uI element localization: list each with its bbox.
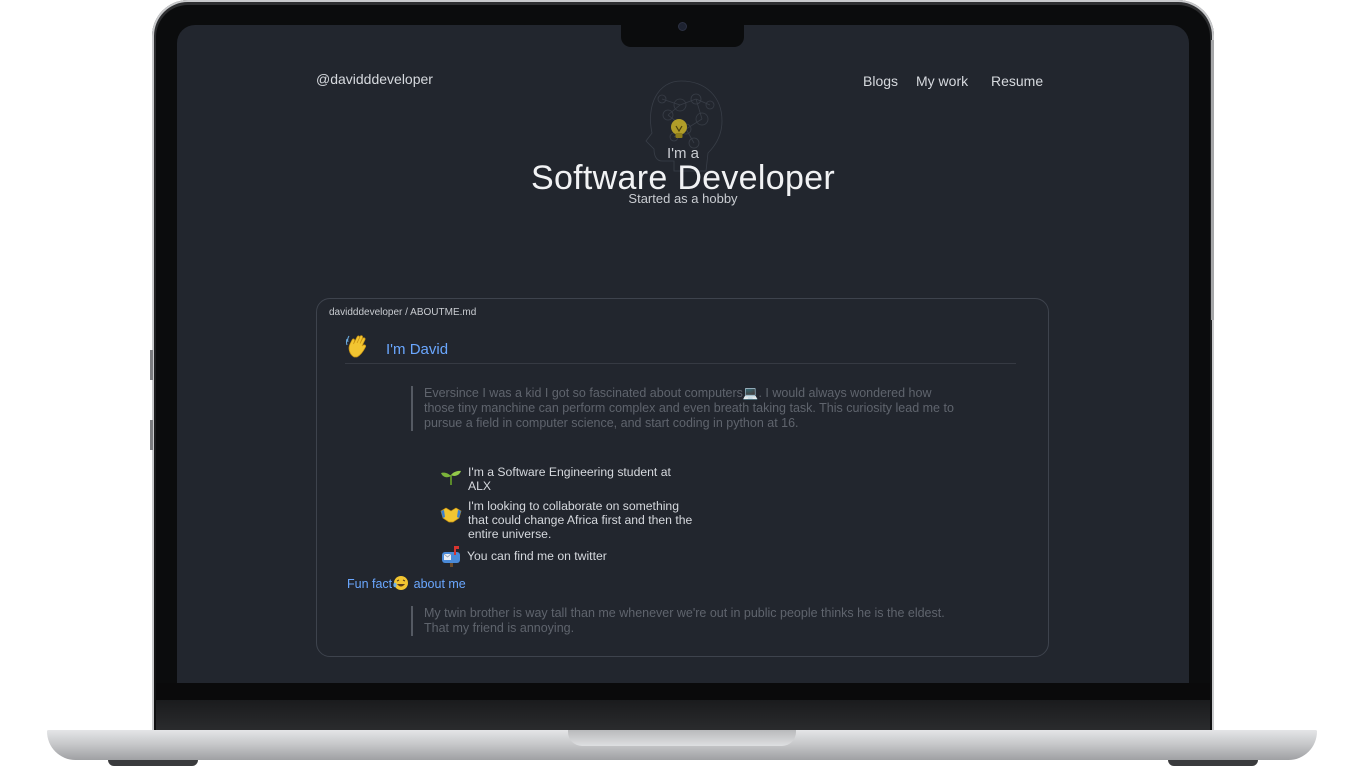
camera-icon xyxy=(678,22,687,31)
laptop-opening-groove xyxy=(568,730,796,746)
nav-my-work[interactable]: My work xyxy=(916,73,968,89)
laughing-face-icon xyxy=(393,576,409,590)
lightbulb-icon xyxy=(671,119,687,138)
readme-heading: I'm David xyxy=(386,341,449,358)
readme-path[interactable]: davidddeveloper / ABOUTME.md xyxy=(329,307,476,318)
heading-divider xyxy=(345,363,1016,364)
laptop-foot-left xyxy=(108,760,198,766)
list-item: I'm looking to collaborate on something … xyxy=(440,499,698,541)
mailbox-icon xyxy=(442,546,460,567)
site-handle[interactable]: @davidddeveloper xyxy=(316,71,433,87)
fun-fact-label: Fun fact xyxy=(347,577,393,591)
laptop-hinge xyxy=(156,700,1210,730)
readme-card: davidddeveloper / ABOUTME.md I'm David E… xyxy=(316,298,1049,657)
list-item-text: I'm a Software Engineering student at AL… xyxy=(468,465,671,493)
list-item-text: You can find me on twitter xyxy=(467,549,607,563)
fun-fact-heading[interactable]: Fun fact about me xyxy=(347,575,466,591)
about-quote: Eversince I was a kid I got so fascinate… xyxy=(411,386,964,431)
waving-hand-icon xyxy=(346,335,367,358)
fun-fact-quote: My twin brother is way tall than me when… xyxy=(411,606,964,636)
laptop-screen: @davidddeveloper Blogs My work Resume I'… xyxy=(177,25,1189,683)
list-item-text: I'm looking to collaborate on something … xyxy=(468,499,693,541)
hero-subtitle: Started as a hobby xyxy=(628,191,738,206)
list-item: You can find me on twitter xyxy=(442,546,687,567)
laptop-edge-left-2 xyxy=(150,420,153,450)
seedling-icon xyxy=(441,470,461,485)
nav-resume[interactable]: Resume xyxy=(991,73,1043,89)
list-item: I'm a Software Engineering student at AL… xyxy=(441,465,688,493)
laptop-foot-right xyxy=(1168,760,1258,766)
laptop-edge-left xyxy=(150,350,153,380)
handshake-icon xyxy=(440,507,462,523)
nav-blogs[interactable]: Blogs xyxy=(863,73,898,89)
fun-fact-label-end: about me xyxy=(410,577,466,591)
laptop-edge xyxy=(1211,40,1214,320)
